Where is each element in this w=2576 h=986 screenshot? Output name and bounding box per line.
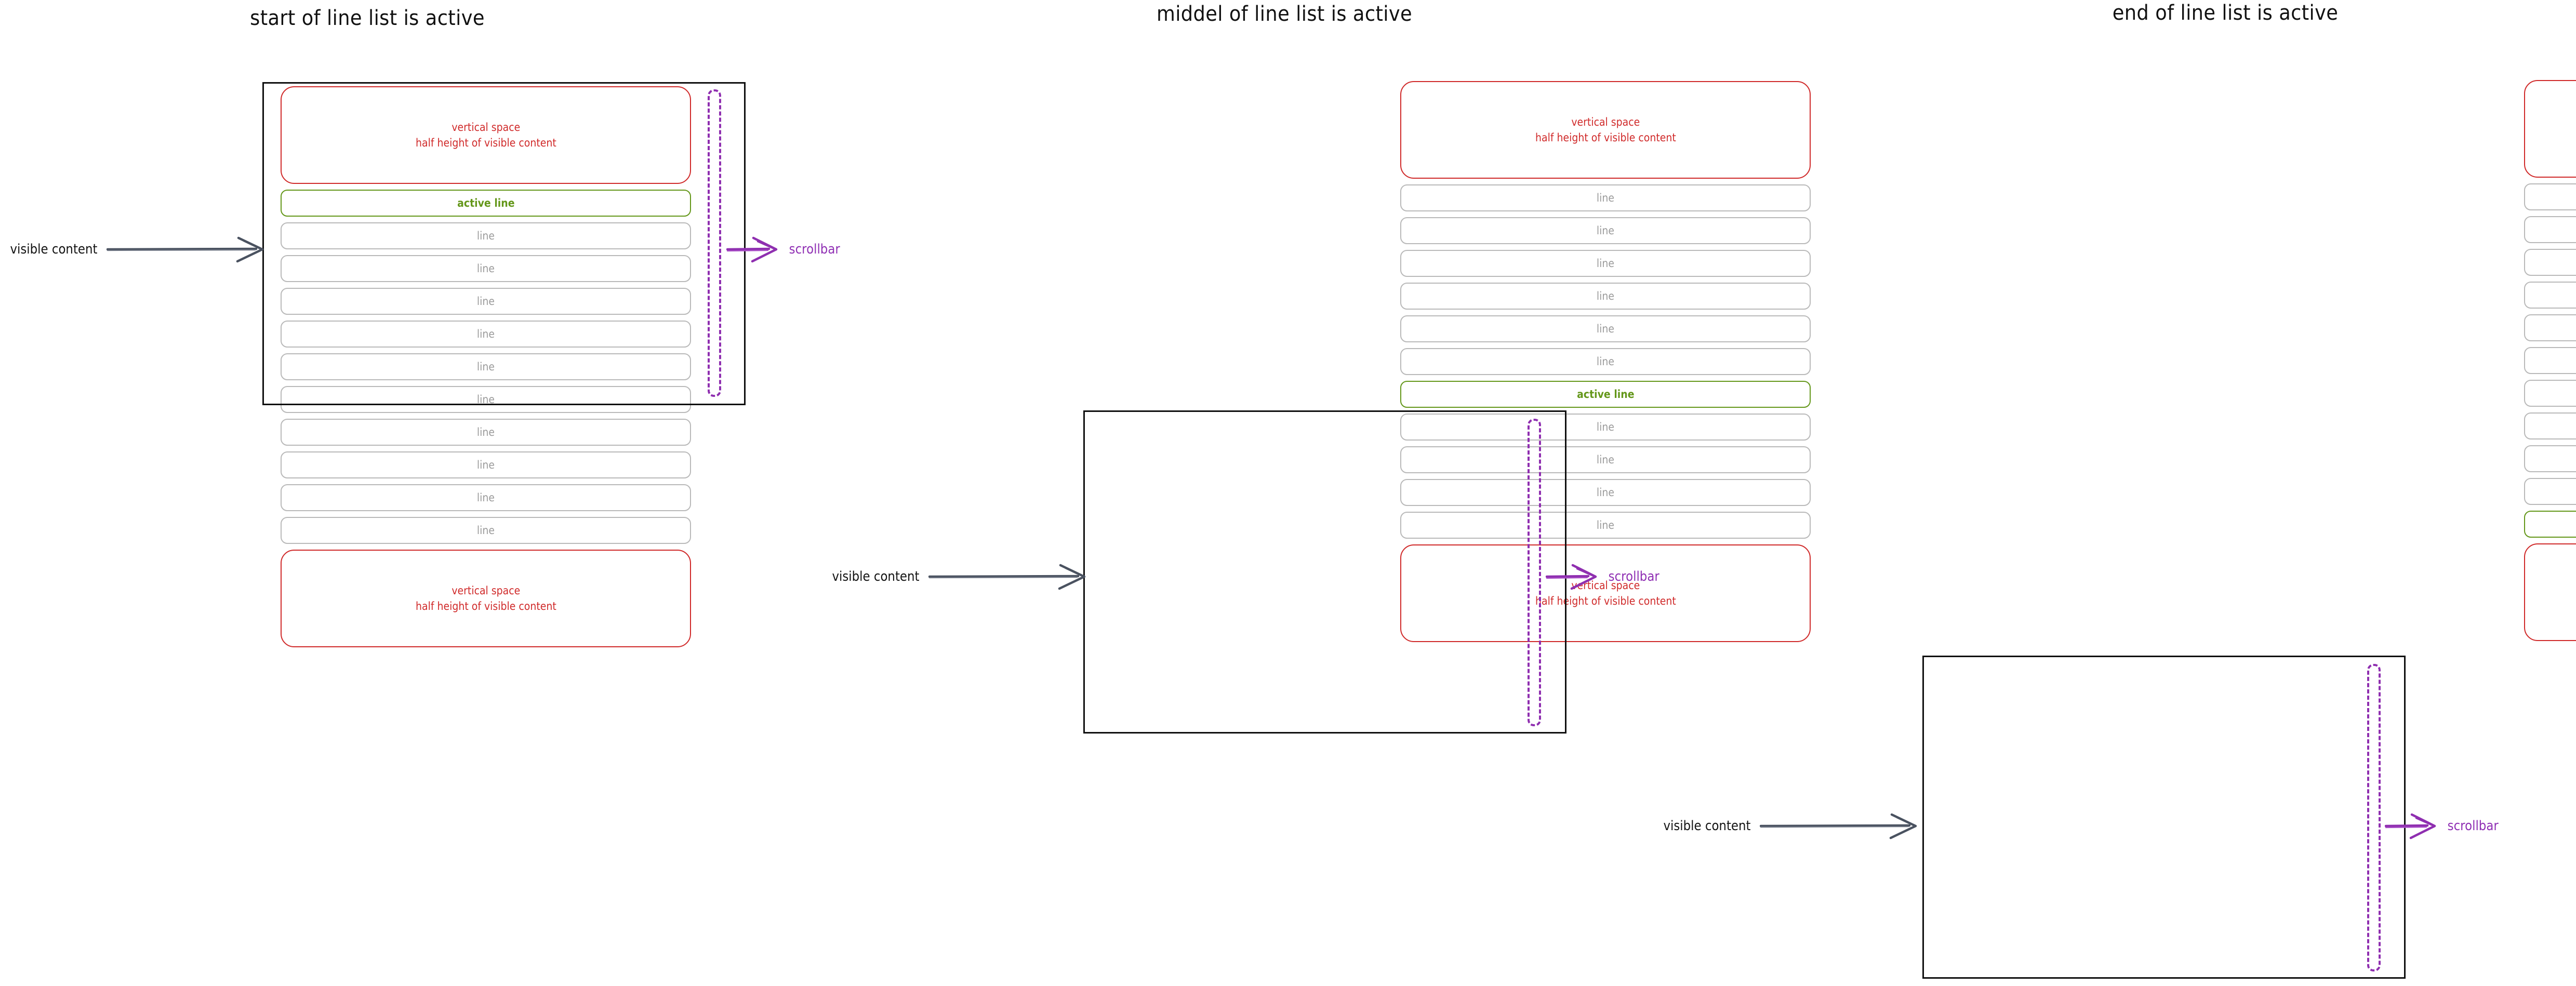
vertical-space-spacer: vertical space half height of visible con… [281, 86, 691, 184]
line-row[interactable]: line [281, 222, 691, 249]
line-row[interactable]: line [2524, 216, 2576, 243]
line-row[interactable]: line [281, 451, 691, 478]
line-label: line [476, 524, 495, 537]
line-label: line [1596, 224, 1615, 237]
line-row[interactable]: line [281, 517, 691, 544]
line-label: line [476, 295, 495, 308]
line-row[interactable]: line [2524, 380, 2576, 407]
arrow-right-icon [1759, 813, 1917, 840]
line-label: line [1596, 454, 1615, 466]
annotation-visible-content-start: visible content [4, 235, 273, 264]
arrow-right-icon [726, 236, 778, 263]
column-start-of-list: start of line list is active vertical sp… [0, 0, 857, 986]
column-middle-of-list: middel of line list is active vertical s… [860, 0, 1811, 986]
line-stack-end: vertical spacehalf height of visible con… [2524, 80, 2576, 647]
active-line-label: active line [457, 197, 515, 209]
vertical-space-spacer: vertical spacehalf height of visible con… [2524, 80, 2576, 178]
line-row[interactable]: line [2524, 282, 2576, 309]
line-label: line [1596, 257, 1615, 270]
annotation-scrollbar-end: scrollbar [2385, 811, 2502, 841]
spacer-label-line1: vertical space [452, 121, 520, 134]
active-line-row[interactable]: active line [281, 190, 691, 217]
line-label: line [1596, 192, 1615, 204]
spacer-label-line2: half height of visible content [415, 137, 556, 149]
annotation-visible-content-end: visible content [1657, 811, 1926, 841]
annotation-scrollbar-middle: scrollbar [1546, 562, 1663, 591]
spacer-label-line1: vertical space [1571, 115, 1640, 128]
line-label: line [476, 491, 495, 504]
line-label: line [1596, 519, 1615, 531]
line-row[interactable]: line [2524, 249, 2576, 276]
line-stack-start: vertical space half height of visible con… [281, 86, 691, 653]
visible-content-label: visible content [832, 569, 920, 584]
line-row[interactable]: line [2524, 314, 2576, 341]
line-label: line [476, 361, 495, 373]
visible-content-label: visible content [1663, 818, 1751, 834]
vertical-space-spacer: vertical spacehalf height of visible con… [2524, 543, 2576, 641]
line-label: line [476, 230, 495, 242]
line-row[interactable]: line [2524, 478, 2576, 505]
active-line-label: active line [1576, 388, 1635, 401]
line-row[interactable]: line [2524, 183, 2576, 210]
line-row[interactable]: line [2524, 347, 2576, 374]
line-row[interactable]: line [2524, 412, 2576, 439]
spacer-label-line1: vertical space [452, 584, 520, 597]
line-label: line [476, 459, 495, 471]
line-label: line [476, 328, 495, 340]
line-label: line [1596, 290, 1615, 302]
line-row[interactable]: line [281, 321, 691, 348]
scrollbar-label: scrollbar [2447, 818, 2499, 834]
annotation-scrollbar-start: scrollbar [726, 235, 843, 264]
line-row[interactable]: line [281, 353, 691, 380]
column-title-end: end of line list is active [2112, 1, 2339, 25]
line-row[interactable]: line [2524, 445, 2576, 472]
scrollbar-label: scrollbar [1608, 569, 1659, 584]
active-line-row[interactable]: active line [2524, 511, 2576, 538]
annotation-visible-content-middle: visible content [826, 562, 1095, 591]
arrow-right-icon [106, 236, 264, 263]
line-row[interactable]: line [281, 419, 691, 446]
line-row[interactable]: line [281, 255, 691, 282]
line-label: line [1596, 323, 1615, 335]
scrollbar-label: scrollbar [789, 242, 840, 257]
line-label: line [1596, 421, 1615, 433]
vertical-space-spacer: vertical space half height of visible con… [281, 550, 691, 647]
spacer-label-line2: half height of visible content [1535, 595, 1676, 607]
arrow-right-icon [928, 564, 1086, 590]
column-title-start: start of line list is active [250, 6, 485, 30]
line-row[interactable]: line [281, 288, 691, 315]
visible-content-label: visible content [10, 242, 98, 257]
arrow-right-icon [1546, 564, 1597, 590]
spacer-label-line2: half height of visible content [1535, 131, 1676, 144]
line-label: line [476, 262, 495, 275]
spacer-label-line2: half height of visible content [415, 600, 556, 612]
arrow-right-icon [2385, 813, 2436, 840]
line-row[interactable]: line [281, 484, 691, 511]
line-label: line [1596, 486, 1615, 499]
column-title-middle: middel of line list is active [1156, 2, 1412, 26]
line-row[interactable]: line [281, 386, 691, 413]
line-label: line [476, 426, 495, 438]
line-label: line [476, 393, 495, 406]
line-label: line [1596, 355, 1615, 368]
